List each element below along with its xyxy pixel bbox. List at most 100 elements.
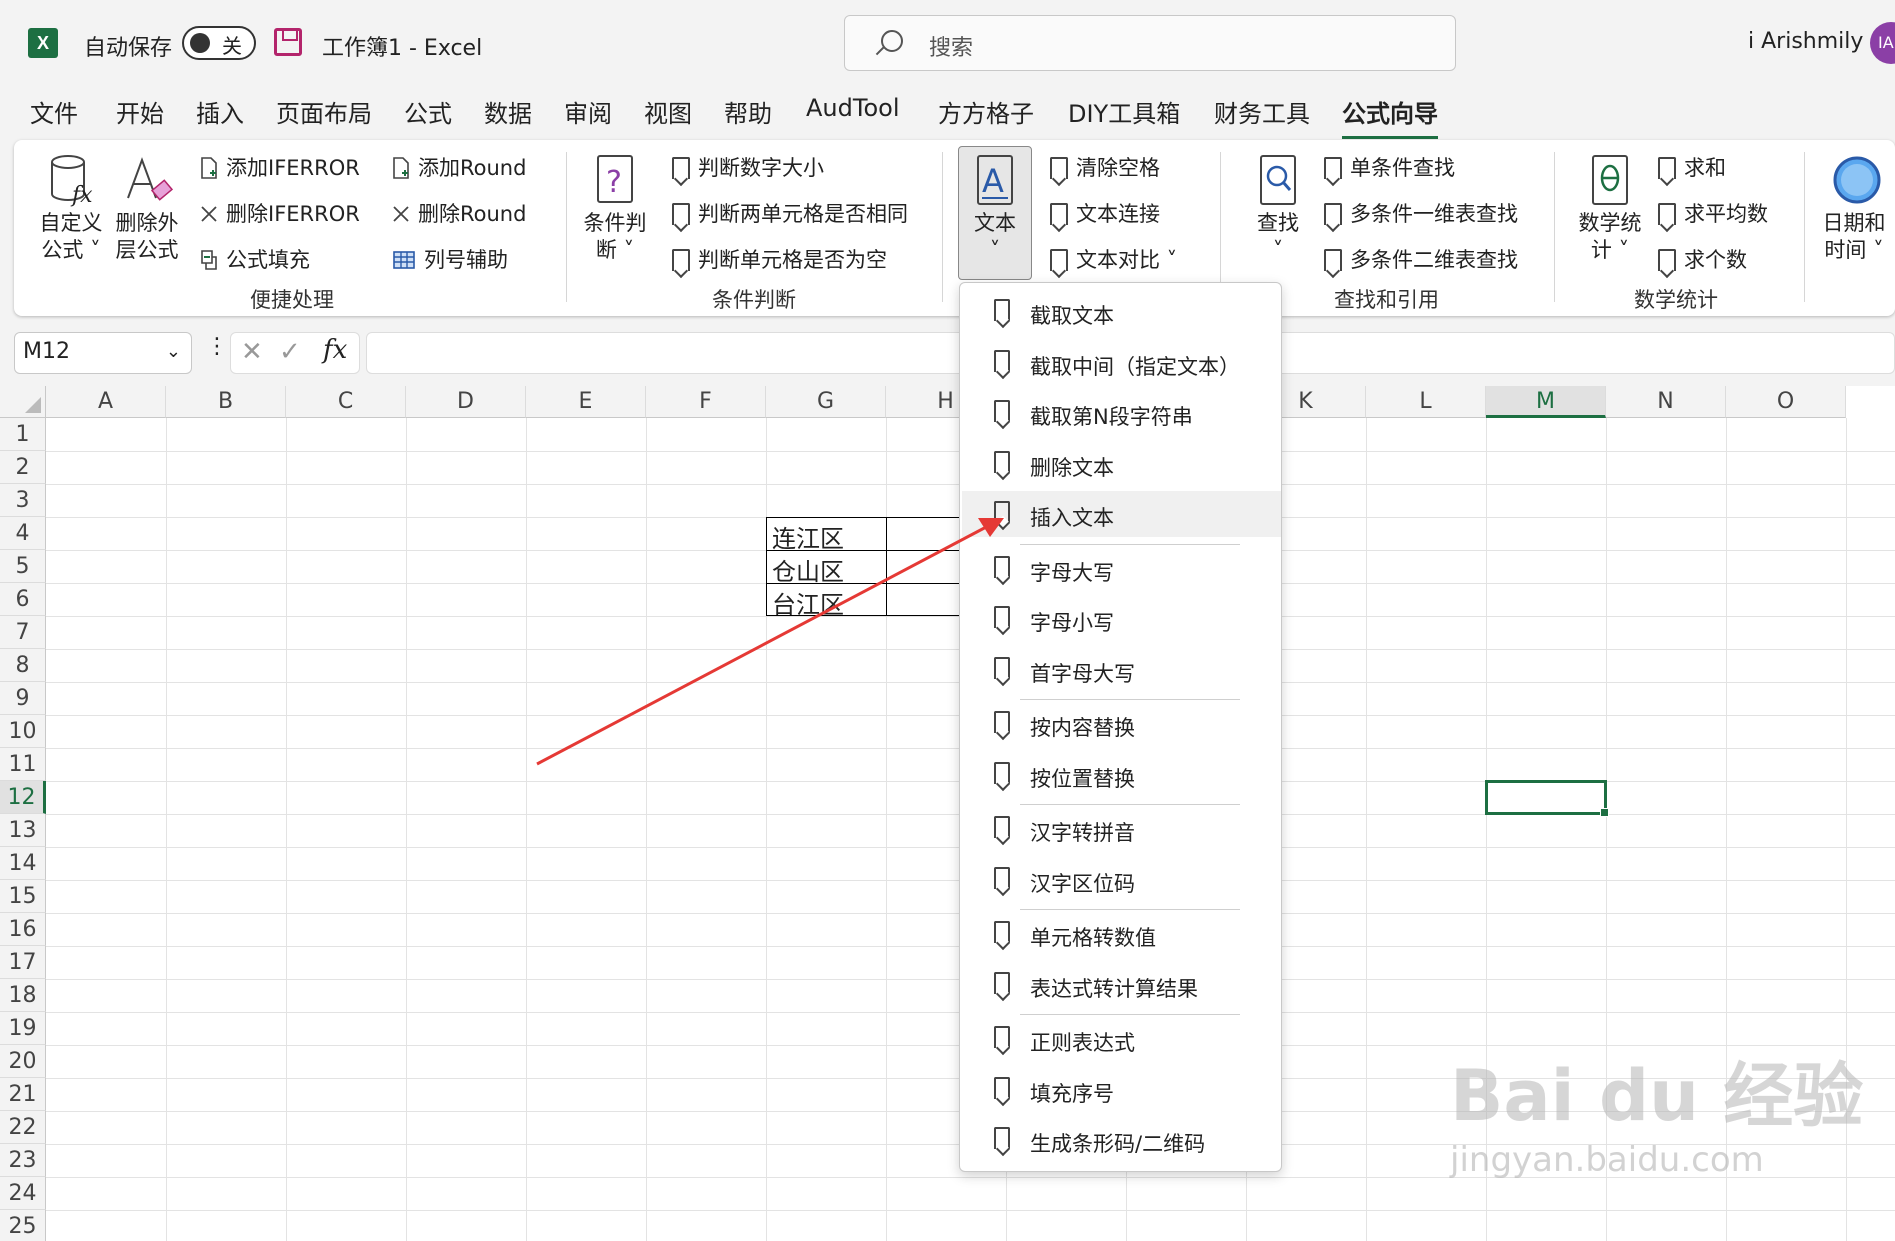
row-header-10[interactable]: 10 (0, 715, 46, 748)
insert-function-icon[interactable]: fx (323, 335, 347, 365)
sum-button[interactable]: 求和 (1658, 152, 1726, 182)
judge-number-button[interactable]: 判断数字大小 (672, 152, 824, 182)
dropdown-item-6[interactable]: 字母小写 (962, 596, 1281, 642)
dropdown-item-12[interactable]: 单元格转数值 (962, 911, 1281, 957)
row-header-6[interactable]: 6 (0, 583, 46, 616)
tab-home[interactable]: 开始 (116, 94, 164, 129)
math-stats-button[interactable]: 数学统 计 ˅ (1570, 154, 1650, 264)
delete-round-button[interactable]: 删除Round (392, 198, 526, 228)
more-vertical-icon[interactable]: ⋮ (206, 334, 228, 359)
tab-formulas[interactable]: 公式 (404, 94, 452, 129)
column-header-n[interactable]: N (1606, 386, 1726, 418)
row-header-22[interactable]: 22 (0, 1111, 46, 1144)
column-header-b[interactable]: B (166, 386, 286, 418)
dropdown-item-5[interactable]: 字母大写 (962, 546, 1281, 592)
row-header-13[interactable]: 13 (0, 814, 46, 847)
dropdown-item-16[interactable]: 生成条形码/二维码 (962, 1117, 1281, 1163)
row-header-21[interactable]: 21 (0, 1078, 46, 1111)
row-header-25[interactable]: 25 (0, 1210, 46, 1241)
row-header-8[interactable]: 8 (0, 649, 46, 682)
check-icon[interactable]: ✓ (279, 337, 301, 367)
chevron-down-icon[interactable]: ⌄ (166, 341, 181, 362)
dropdown-item-1[interactable]: 截取中间（指定文本） (962, 340, 1281, 386)
add-iferror-button[interactable]: 添加IFERROR (200, 152, 360, 182)
column-header-e[interactable]: E (526, 386, 646, 418)
add-round-button[interactable]: 添加Round (392, 152, 526, 182)
dropdown-item-7[interactable]: 首字母大写 (962, 647, 1281, 693)
custom-formula-button[interactable]: fx 自定义 公式 ˅ (38, 154, 104, 264)
column-header-c[interactable]: C (286, 386, 406, 418)
text-join-button[interactable]: 文本连接 (1050, 198, 1160, 228)
row-header-7[interactable]: 7 (0, 616, 46, 649)
tab-fangfang[interactable]: 方方格子 (938, 94, 1034, 129)
user-name[interactable]: i Arishmily (1748, 29, 1863, 54)
select-all-corner[interactable] (0, 386, 46, 418)
column-header-f[interactable]: F (646, 386, 766, 418)
formula-fill-button[interactable]: 公式填充 (200, 244, 310, 274)
row-header-1[interactable]: 1 (0, 418, 46, 451)
multi-1d-lookup-button[interactable]: 多条件一维表查找 (1324, 198, 1518, 228)
delete-outer-formula-button[interactable]: 删除外 层公式 (114, 154, 180, 264)
dropdown-item-10[interactable]: 汉字转拼音 (962, 806, 1281, 852)
dropdown-item-14[interactable]: 正则表达式 (962, 1016, 1281, 1062)
row-header-3[interactable]: 3 (0, 484, 46, 517)
lookup-button[interactable]: 查找 ˅ (1246, 154, 1310, 264)
autosave-toggle[interactable]: 关 (182, 26, 256, 60)
tab-page-layout[interactable]: 页面布局 (276, 94, 372, 129)
judge-empty-button[interactable]: 判断单元格是否为空 (672, 244, 887, 274)
row-header-16[interactable]: 16 (0, 913, 46, 946)
row-header-12[interactable]: 12 (0, 781, 46, 814)
tab-view[interactable]: 视图 (644, 94, 692, 129)
active-cell-selection[interactable] (1485, 780, 1609, 817)
multi-2d-lookup-button[interactable]: 多条件二维表查找 (1324, 244, 1518, 274)
cancel-icon[interactable]: ✕ (241, 337, 263, 367)
column-header-o[interactable]: O (1726, 386, 1846, 418)
avatar[interactable]: IA (1870, 22, 1895, 64)
row-header-18[interactable]: 18 (0, 979, 46, 1012)
tab-review[interactable]: 审阅 (564, 94, 612, 129)
row-header-2[interactable]: 2 (0, 451, 46, 484)
row-header-11[interactable]: 11 (0, 748, 46, 781)
row-header-23[interactable]: 23 (0, 1144, 46, 1177)
row-header-19[interactable]: 19 (0, 1012, 46, 1045)
clear-space-button[interactable]: 清除空格 (1050, 152, 1160, 182)
dropdown-item-11[interactable]: 汉字区位码 (962, 857, 1281, 903)
dropdown-item-4[interactable]: 插入文本 (962, 491, 1281, 537)
average-button[interactable]: 求平均数 (1658, 198, 1768, 228)
row-header-24[interactable]: 24 (0, 1177, 46, 1210)
delete-iferror-button[interactable]: 删除IFERROR (200, 198, 360, 228)
dropdown-item-9[interactable]: 按位置替换 (962, 752, 1281, 798)
condition-judge-button[interactable]: ? 条件判 断 ˅ (580, 154, 650, 264)
search-input[interactable]: 搜索 (844, 15, 1456, 71)
row-header-9[interactable]: 9 (0, 682, 46, 715)
count-button[interactable]: 求个数 (1658, 244, 1747, 274)
dropdown-item-8[interactable]: 按内容替换 (962, 701, 1281, 747)
tab-help[interactable]: 帮助 (724, 94, 772, 129)
row-header-5[interactable]: 5 (0, 550, 46, 583)
save-icon[interactable] (274, 28, 302, 56)
column-header-m[interactable]: M (1486, 386, 1606, 418)
tab-diy-toolbox[interactable]: DIY工具箱 (1068, 94, 1180, 129)
tab-data[interactable]: 数据 (484, 94, 532, 129)
row-header-14[interactable]: 14 (0, 847, 46, 880)
dropdown-item-15[interactable]: 填充序号 (962, 1067, 1281, 1113)
text-compare-button[interactable]: 文本对比 ˅ (1050, 244, 1177, 274)
column-helper-button[interactable]: 列号辅助 (392, 244, 508, 274)
column-header-g[interactable]: G (766, 386, 886, 418)
row-header-17[interactable]: 17 (0, 946, 46, 979)
text-button[interactable]: A 文本 ˅ (958, 154, 1032, 264)
column-header-a[interactable]: A (46, 386, 166, 418)
judge-same-button[interactable]: 判断两单元格是否相同 (672, 198, 908, 228)
row-header-4[interactable]: 4 (0, 517, 46, 550)
date-time-button[interactable]: 日期和 时间 ˅ (1814, 154, 1894, 264)
tab-finance-tools[interactable]: 财务工具 (1214, 94, 1310, 129)
tab-formula-wizard[interactable]: 公式向导 (1342, 94, 1438, 139)
dropdown-item-2[interactable]: 截取第N段字符串 (962, 390, 1281, 436)
tab-file[interactable]: 文件 (30, 94, 78, 129)
single-lookup-button[interactable]: 单条件查找 (1324, 152, 1455, 182)
name-box[interactable]: M12 ⌄ (14, 332, 192, 374)
column-header-d[interactable]: D (406, 386, 526, 418)
row-header-20[interactable]: 20 (0, 1045, 46, 1078)
dropdown-item-13[interactable]: 表达式转计算结果 (962, 962, 1281, 1008)
dropdown-item-0[interactable]: 截取文本 (962, 289, 1281, 335)
